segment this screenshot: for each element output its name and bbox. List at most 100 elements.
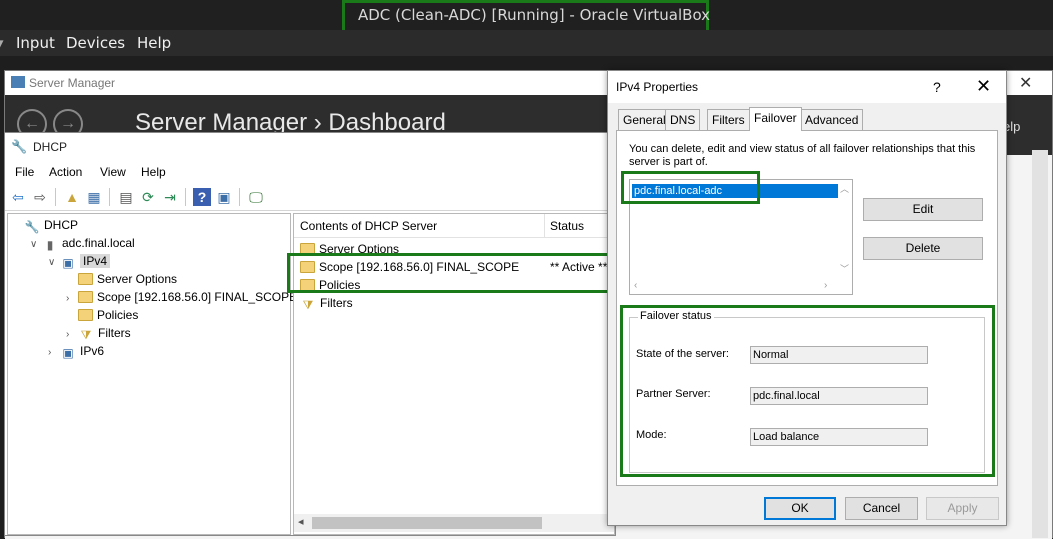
server-manager-title: Server Manager [29, 76, 116, 90]
tree-item[interactable]: Server Options [66, 270, 177, 288]
server-manager-close-icon[interactable]: ✕ [1019, 73, 1032, 93]
vbox-window-title: ADC (Clean-ADC) [Running] - Oracle Virtu… [358, 6, 711, 24]
tree-item[interactable]: Policies [66, 306, 138, 324]
vbox-menubar: ▾ Input Devices Help [0, 30, 1053, 56]
folder-icon [78, 309, 93, 321]
chevron-right-icon[interactable]: › [824, 280, 827, 291]
tree-item[interactable]: 🔧 DHCP [12, 216, 79, 234]
state-field: Normal [750, 346, 928, 364]
chevron-down-icon[interactable]: ∨ [48, 254, 60, 272]
tree-item[interactable]: ∨ ▣ IPv4 [48, 252, 111, 272]
dhcp-titlebar: 🔧 DHCP [5, 133, 615, 161]
failover-tab-panel: You can delete, edit and view status of … [616, 130, 998, 486]
folder-icon [300, 243, 315, 255]
scroll-left-icon[interactable]: ◂ [298, 515, 304, 528]
list-item[interactable]: Server Options [300, 240, 399, 258]
tree-item-label: Scope [192.168.56.0] FINAL_SCOPE [97, 290, 298, 304]
tree-item-label: Server Options [97, 272, 178, 286]
server-manager-scrollbar[interactable] [1032, 150, 1048, 538]
show-hide-tree-icon[interactable]: ▦ [85, 188, 103, 206]
server-icon: ▮ [46, 238, 54, 252]
ok-button[interactable]: OK [764, 497, 836, 520]
scope-status: ** Active ** [550, 260, 608, 274]
tree-item[interactable]: ∨ ▮ adc.final.local [30, 234, 135, 252]
column-header-status[interactable]: Status [550, 219, 584, 233]
up-folder-icon[interactable]: ▲ [63, 188, 81, 206]
tree-item-label: DHCP [44, 218, 79, 232]
list-item[interactable]: ⧩ Filters [300, 294, 353, 312]
tree-item-label: IPv4 [80, 254, 111, 268]
horizontal-scrollbar[interactable]: ‹ › [630, 280, 852, 294]
dhcp-menu-action[interactable]: Action [49, 165, 82, 179]
menu-input[interactable]: Input [16, 34, 55, 52]
chevron-down-icon[interactable]: ∨ [30, 236, 42, 254]
folder-icon [78, 291, 93, 303]
chevron-right-icon[interactable]: › [48, 344, 60, 362]
folder-icon [300, 279, 315, 291]
dhcp-menu-view[interactable]: View [100, 165, 126, 179]
tree-item[interactable]: › ▣ IPv6 [48, 342, 104, 360]
dhcp-tree-pane: 🔧 DHCP ∨ ▮ adc.final.local ∨ ▣ IPv4 Server Optio… [7, 213, 297, 535]
export-list-icon[interactable]: ⇥ [161, 188, 179, 206]
server-manager-icon [11, 76, 25, 88]
dhcp-console-window: 🔧 DHCP File Action View Help ⇦ ⇨ ▲ ▦ ▤ ⟳… [4, 132, 616, 536]
tab-filters[interactable]: Filters [707, 109, 750, 130]
tree-item-label: adc.final.local [62, 236, 135, 250]
forward-icon[interactable]: ⇨ [31, 188, 49, 206]
ipv6-icon: ▣ [62, 346, 74, 360]
dhcp-menu-file[interactable]: File [15, 165, 34, 179]
dhcp-toolbar: ⇦ ⇨ ▲ ▦ ▤ ⟳ ⇥ ? ▣ 🖵 [5, 183, 615, 211]
close-icon[interactable]: ✕ [976, 76, 991, 97]
refresh-icon[interactable]: ⟳ [139, 188, 157, 206]
dhcp-window-title: DHCP [33, 140, 68, 154]
tab-failover[interactable]: Failover [749, 107, 802, 131]
ipv4-properties-dialog: IPv4 Properties ? ✕ General DNS Filters … [607, 70, 1007, 526]
tree-item-label: Filters [98, 326, 131, 340]
list-item[interactable]: Scope [192.168.56.0] FINAL_SCOPE [300, 258, 519, 276]
failover-relationships-list[interactable]: pdc.final.local-adc ︿ ﹀ ‹ › [629, 179, 853, 295]
dialog-titlebar: IPv4 Properties ? ✕ [608, 71, 1006, 103]
failover-status-group: Failover status State of the server: Nor… [629, 310, 985, 473]
scroll-thumb[interactable] [312, 517, 542, 529]
column-header-contents[interactable]: Contents of DHCP Server [300, 219, 437, 233]
dhcp-app-icon: 🔧 [11, 139, 28, 154]
dhcp-menubar: File Action View Help [5, 161, 615, 183]
folder-icon [300, 261, 315, 273]
partner-label: Partner Server: [636, 388, 711, 400]
horizontal-scrollbar[interactable]: ◂ [294, 514, 614, 532]
menu-overflow-arrow: ▾ [0, 34, 4, 52]
list-header: Contents of DHCP Server Status [294, 214, 614, 238]
tree-item[interactable]: › ⧩ Filters [66, 324, 131, 342]
server-monitor-icon[interactable]: 🖵 [247, 188, 265, 206]
chevron-left-icon[interactable]: ‹ [634, 280, 637, 291]
action-pane-icon[interactable]: ▣ [215, 188, 233, 206]
dhcp-menu-help[interactable]: Help [141, 165, 166, 179]
edit-button[interactable]: Edit [863, 198, 983, 221]
chevron-up-icon[interactable]: ︿ [840, 182, 849, 195]
tab-general[interactable]: General [618, 109, 671, 130]
cancel-button[interactable]: Cancel [845, 497, 918, 520]
tree-item[interactable]: › Scope [192.168.56.0] FINAL_SCOPE [66, 288, 297, 306]
failover-description: You can delete, edit and view status of … [629, 143, 976, 168]
menu-help[interactable]: Help [137, 34, 171, 52]
tab-advanced[interactable]: Advanced [800, 109, 864, 130]
filter-icon: ⧩ [80, 328, 92, 342]
help-icon[interactable]: ? [193, 188, 211, 206]
menu-devices[interactable]: Devices [66, 34, 125, 52]
filter-icon: ⧩ [302, 298, 314, 312]
list-item[interactable]: pdc.final.local-adc [632, 184, 838, 198]
apply-button[interactable]: Apply [926, 497, 999, 520]
dialog-title: IPv4 Properties [616, 80, 699, 94]
vertical-scrollbar[interactable]: ︿ ﹀ [838, 180, 852, 280]
chevron-down-icon[interactable]: ﹀ [840, 262, 849, 275]
ipv4-icon: ▣ [62, 256, 74, 270]
tab-dns[interactable]: DNS [665, 109, 701, 130]
delete-button[interactable]: Delete [863, 237, 983, 260]
properties-icon[interactable]: ▤ [117, 188, 135, 206]
help-icon[interactable]: ? [933, 79, 941, 95]
back-icon[interactable]: ⇦ [9, 188, 27, 206]
dhcp-content-pane: Contents of DHCP Server Status Server Op… [293, 213, 615, 535]
list-item[interactable]: Policies [300, 276, 360, 294]
dhcp-root-icon: 🔧 [24, 220, 40, 234]
mode-field: Load balance [750, 428, 928, 446]
